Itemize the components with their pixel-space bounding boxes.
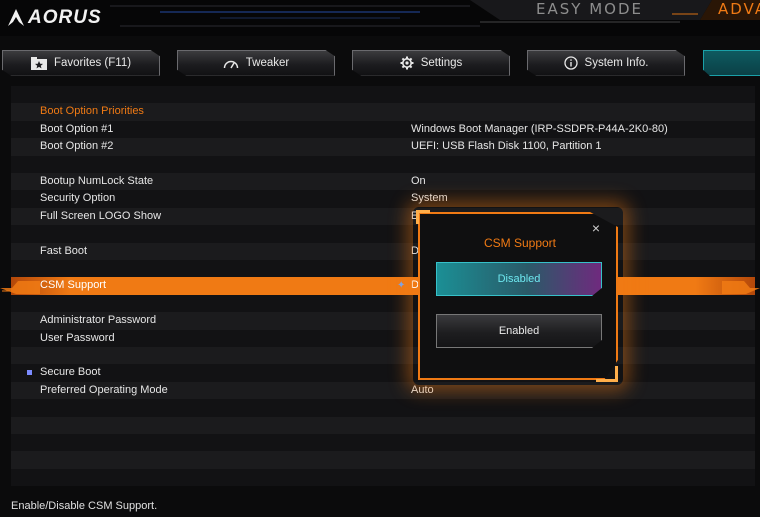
tab-system-info[interactable]: System Info. [527,50,685,76]
option-disabled-label: Disabled [497,273,541,285]
csm-support-label: CSM Support [40,279,107,292]
user-password-label: User Password [40,331,115,344]
submenu-bullet-icon [27,370,32,376]
row-preferred-mode[interactable]: Preferred Operating Mode Auto [11,381,755,400]
main-tabs: Favorites (F11) Tweaker Settings System … [0,50,760,78]
fast-boot-label: Fast Boot [40,244,88,257]
highlight-wing-left [0,281,40,294]
info-icon [563,56,578,70]
row-csm-support[interactable]: CSM Support D [11,277,755,295]
spacer-row [11,294,755,313]
tab-favorites-label: Favorites (F11) [53,57,132,69]
row-boot-option-1[interactable]: Boot Option #1 Windows Boot Manager (IRP… [11,120,755,139]
option-disabled-button[interactable]: Disabled [436,262,602,296]
boot-option-1-label: Boot Option #1 [40,122,114,135]
fast-boot-value[interactable]: D [411,243,419,260]
speedometer-icon [223,60,239,68]
help-text: Enable/Disable CSM Support. [11,500,158,512]
row-user-password[interactable]: User Password [11,329,755,347]
spacer-row [11,225,755,243]
tab-favorites[interactable]: Favorites (F11) [2,50,160,76]
spacer-row [11,434,755,452]
csm-support-value[interactable]: D [411,277,419,294]
highlight-wing-right [722,281,760,294]
tab-settings[interactable]: Settings [352,50,510,76]
security-option-value[interactable]: System [411,190,448,207]
header-decoration [110,0,760,27]
secure-boot-label: Secure Boot [40,366,101,379]
advanced-mode-button[interactable]: ADVA [718,0,760,18]
numlock-value[interactable]: On [411,173,426,190]
star-folder-icon [30,56,47,70]
boot-option-1-value[interactable]: Windows Boot Manager (IRP-SSDPR-P44A-2K0… [411,121,668,138]
section-title: Boot Option Priorities [40,105,144,118]
csm-support-dialog: × CSM Support Disabled Enabled [418,212,618,380]
row-security-option[interactable]: Security Option System [11,190,755,208]
security-option-label: Security Option [40,192,116,205]
spacer-row [11,416,755,434]
spacer-row [11,86,755,104]
spacer-row [11,451,755,469]
tab-tweaker-label: Tweaker [245,57,290,69]
spacer-row [11,260,755,278]
row-fast-boot[interactable]: Fast Boot D [11,242,755,260]
row-boot-option-2[interactable]: Boot Option #2 UEFI: USB Flash Disk 1100… [11,138,755,156]
tab-tweaker[interactable]: Tweaker [177,50,335,76]
close-icon[interactable]: × [588,220,604,236]
tab-system-info-label: System Info. [584,57,649,69]
popup-corner-accent [416,210,430,224]
logo-show-label: Full Screen LOGO Show [40,209,162,222]
admin-password-label: Administrator Password [40,314,157,327]
tab-boot-active[interactable] [703,50,760,76]
row-numlock[interactable]: Bootup NumLock State On [11,173,755,191]
dialog-title: CSM Support [483,236,557,250]
option-enabled-button[interactable]: Enabled [436,314,602,348]
spacer-row [11,155,755,173]
settings-panel: Boot Option Priorities Boot Option #1 Wi… [11,86,755,487]
preferred-mode-label: Preferred Operating Mode [40,383,168,396]
popup-corner-accent [596,366,618,382]
row-admin-password[interactable]: Administrator Password [11,312,755,330]
spacer-row [11,468,755,487]
preferred-mode-value[interactable]: Auto [411,382,434,399]
favorite-star-icon[interactable]: ✦ [397,280,405,291]
aorus-logo: AORUS [6,5,106,31]
spacer-row [11,347,755,365]
top-header: AORUS EASY MODE ADVA [0,0,760,36]
aorus-eagle-icon [8,9,24,26]
spacer-row [11,399,755,417]
logo-text: AORUS [28,7,102,28]
easy-mode-button[interactable]: EASY MODE [536,0,643,18]
option-enabled-label: Enabled [498,325,540,337]
boot-option-2-label: Boot Option #2 [40,140,114,153]
row-secure-boot[interactable]: Secure Boot [11,364,755,382]
boot-priorities-header: Boot Option Priorities [11,103,755,121]
numlock-label: Bootup NumLock State [40,175,154,187]
tab-settings-label: Settings [420,57,463,69]
boot-option-2-value[interactable]: UEFI: USB Flash Disk 1100, Partition 1 [411,138,602,155]
row-logo-show[interactable]: Full Screen LOGO Show En [11,207,755,226]
gear-icon [400,56,414,70]
